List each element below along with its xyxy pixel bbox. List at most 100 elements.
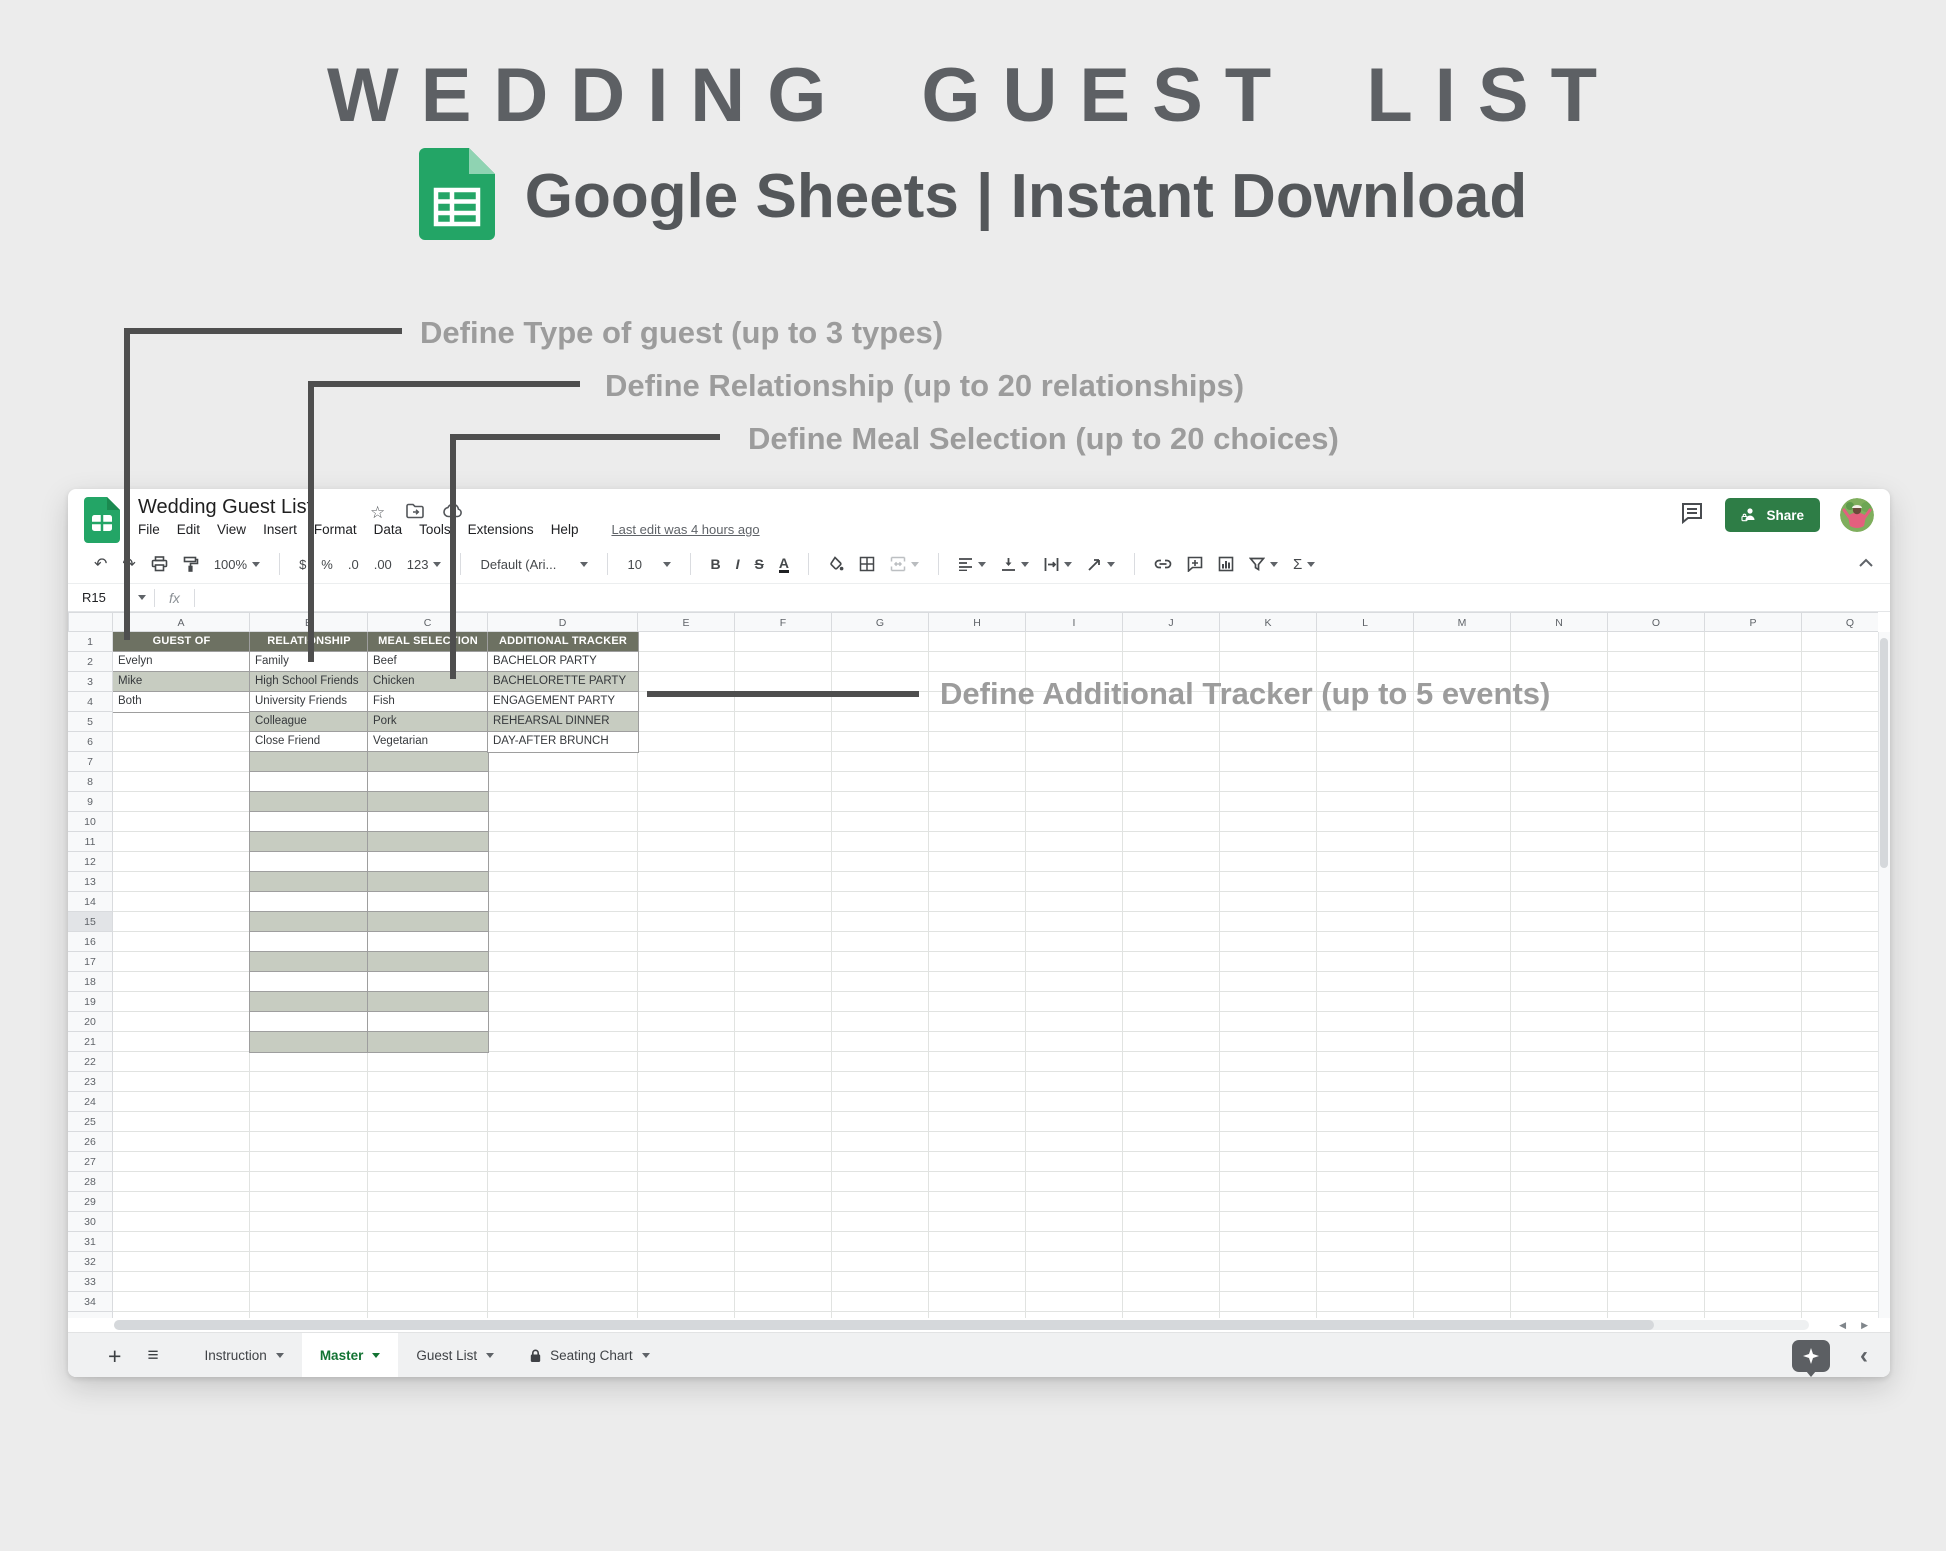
paint-format-icon[interactable] [183,556,199,572]
merge-cells-icon[interactable] [890,556,919,572]
menu-format[interactable]: Format [314,522,357,537]
cell[interactable] [250,772,368,792]
cell[interactable]: Close Friend [250,732,368,752]
cell[interactable] [250,852,368,872]
tab-menu-caret[interactable] [642,1353,650,1358]
row-header-30[interactable]: 30 [68,1212,113,1232]
column-header-N[interactable]: N [1511,612,1608,632]
cell[interactable] [368,1012,488,1032]
row-header-34[interactable]: 34 [68,1292,113,1312]
cell[interactable] [368,812,488,832]
grid[interactable]: GUEST OFEvelynMikeBothRELATIONSHIPFamily… [113,632,1878,1318]
cell[interactable]: DAY-AFTER BRUNCH [488,732,638,752]
tab-menu-caret[interactable] [372,1353,380,1358]
cell[interactable] [250,812,368,832]
avatar[interactable] [1840,498,1874,532]
row-header-26[interactable]: 26 [68,1132,113,1152]
sheets-app-icon[interactable] [84,497,120,548]
cell[interactable] [368,772,488,792]
row-header-21[interactable]: 21 [68,1032,113,1052]
row-header-5[interactable]: 5 [68,712,113,732]
horizontal-align-select[interactable] [958,557,986,571]
row-header-15[interactable]: 15 [68,912,113,932]
cell[interactable] [250,932,368,952]
star-icon[interactable]: ☆ [370,503,385,523]
column-header-A[interactable]: A [113,612,250,632]
cell[interactable]: High School Friends [250,672,368,692]
cell[interactable] [368,952,488,972]
vertical-align-select[interactable] [1001,557,1029,572]
cell[interactable]: BACHELORETTE PARTY [488,672,638,692]
currency-format-button[interactable]: $ [299,557,306,572]
cell[interactable] [250,912,368,932]
row-header-19[interactable]: 19 [68,992,113,1012]
fill-color-icon[interactable] [828,556,844,572]
row-header-11[interactable]: 11 [68,832,113,852]
row-header-8[interactable]: 8 [68,772,113,792]
row-header-25[interactable]: 25 [68,1112,113,1132]
row-header-22[interactable]: 22 [68,1052,113,1072]
increase-decimal-button[interactable]: .00 [374,557,392,572]
text-wrap-select[interactable] [1044,557,1072,572]
column-header-G[interactable]: G [832,612,929,632]
cell[interactable] [368,752,488,772]
cell[interactable] [250,752,368,772]
column-header-J[interactable]: J [1123,612,1220,632]
document-title[interactable]: Wedding Guest List [138,496,312,519]
collapse-toolbar-icon[interactable] [1858,556,1874,571]
row-header-10[interactable]: 10 [68,812,113,832]
column-header-P[interactable]: P [1705,612,1802,632]
cell[interactable] [250,832,368,852]
vertical-scrollbar[interactable] [1878,632,1890,1318]
cell[interactable] [250,792,368,812]
insert-comment-icon[interactable] [1187,556,1203,572]
column-header-H[interactable]: H [929,612,1026,632]
cell[interactable]: REHEARSAL DINNER [488,712,638,732]
row-header-2[interactable]: 2 [68,652,113,672]
horizontal-scrollbar[interactable]: ◀ ▶ [68,1318,1890,1332]
sheet-tab-guest-list[interactable]: Guest List [398,1333,512,1378]
share-button[interactable]: Share [1725,498,1820,532]
percent-format-button[interactable]: % [321,557,333,572]
column-header-M[interactable]: M [1414,612,1511,632]
print-icon[interactable] [151,556,168,572]
column-header-D[interactable]: D [488,612,638,632]
row-header-27[interactable]: 27 [68,1152,113,1172]
text-color-button[interactable]: A [779,556,789,573]
cell[interactable]: Beef [368,652,488,672]
comment-history-icon[interactable] [1680,501,1705,530]
cell[interactable] [250,972,368,992]
create-filter-icon[interactable] [1249,557,1278,571]
header-cell[interactable]: MEAL SELECTION [368,632,488,652]
cell[interactable]: Fish [368,692,488,712]
column-header-I[interactable]: I [1026,612,1123,632]
cell[interactable] [368,972,488,992]
cell[interactable]: Both [113,692,250,712]
cell[interactable]: Chicken [368,672,488,692]
all-sheets-icon[interactable]: ≡ [147,1345,158,1367]
cell[interactable] [368,852,488,872]
menu-view[interactable]: View [217,522,246,537]
cell[interactable]: Evelyn [113,652,250,672]
menu-help[interactable]: Help [551,522,579,537]
row-header-24[interactable]: 24 [68,1092,113,1112]
functions-select[interactable]: Σ [1293,556,1315,573]
cell[interactable] [368,792,488,812]
cell[interactable]: Mike [113,672,250,692]
horizontal-scrollbar-thumb[interactable] [114,1320,1654,1330]
menu-data[interactable]: Data [374,522,403,537]
cell[interactable]: ENGAGEMENT PARTY [488,692,638,712]
vertical-scrollbar-thumb[interactable] [1880,638,1888,868]
cell[interactable] [250,1012,368,1032]
text-rotation-select[interactable] [1087,557,1115,572]
row-header-14[interactable]: 14 [68,892,113,912]
row-header-20[interactable]: 20 [68,1012,113,1032]
show-side-panel-icon[interactable]: ‹ [1860,1342,1868,1370]
cell[interactable]: Vegetarian [368,732,488,752]
row-header-16[interactable]: 16 [68,932,113,952]
select-all-corner[interactable] [68,612,113,632]
column-header-C[interactable]: C [368,612,488,632]
zoom-select[interactable]: 100% [214,557,260,572]
insert-chart-icon[interactable] [1218,556,1234,572]
row-header-23[interactable]: 23 [68,1072,113,1092]
